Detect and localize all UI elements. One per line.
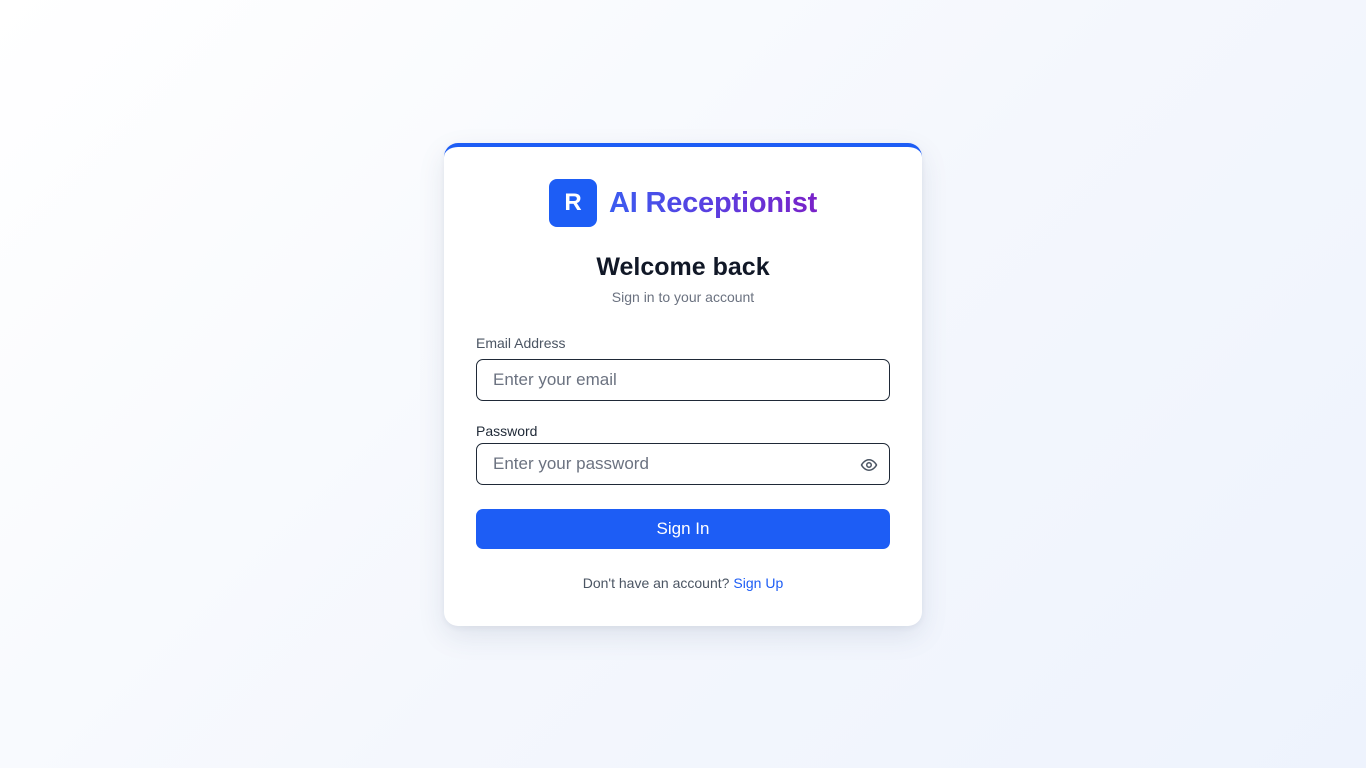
page-subtitle: Sign in to your account (611, 289, 755, 305)
email-label: Email Address (476, 335, 566, 351)
signup-prompt-text: Don't have an account? (582, 575, 730, 591)
password-field-wrapper (476, 443, 890, 485)
password-field[interactable] (477, 444, 889, 484)
brand-name: AI Receptionist (609, 186, 818, 219)
signup-prompt: Don't have an account? Sign Up (444, 575, 922, 591)
eye-icon[interactable] (860, 456, 878, 474)
page-title: Welcome back (596, 253, 770, 281)
login-card: R AI Receptionist Welcome back Sign in t… (444, 143, 922, 626)
email-field[interactable] (477, 360, 889, 400)
brand-logo: R (549, 179, 597, 227)
sign-in-button[interactable]: Sign In (476, 509, 890, 549)
email-field-wrapper (476, 359, 890, 401)
brand: R AI Receptionist (549, 179, 817, 227)
sign-up-link[interactable]: Sign Up (733, 575, 783, 591)
password-label: Password (476, 423, 538, 439)
